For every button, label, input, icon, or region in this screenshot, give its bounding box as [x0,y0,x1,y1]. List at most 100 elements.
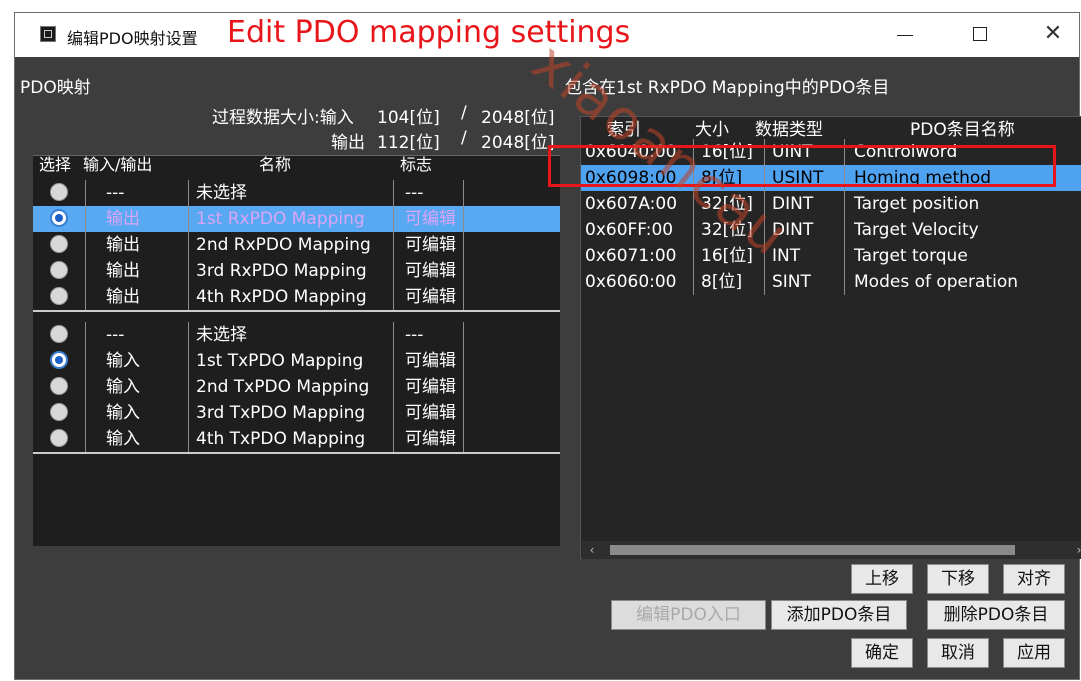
column-divider [85,258,86,284]
column-divider [188,400,189,426]
column-divider [393,400,394,426]
move-down-button[interactable]: 下移 [927,564,989,594]
column-divider [188,284,189,310]
data-size-input-value: 104[位] [377,108,440,128]
maximize-button[interactable] [961,19,1001,49]
column-divider [188,232,189,258]
pdo-mapping-dialog: 编辑PDO映射设置 Edit PDO mapping settings ✕ PD… [14,12,1081,680]
title-bar[interactable]: 编辑PDO映射设置 Edit PDO mapping settings ✕ [15,13,1079,57]
pdo-mapping-row[interactable]: --- 未选择 --- [33,322,560,348]
annotation-highlight-box [548,145,1056,187]
group-divider [33,452,560,454]
pdo-entry-row[interactable]: 0x60FF:00 32[位] DINT Target Velocity [581,217,1081,243]
pdo-entry-row[interactable]: 0x6060:00 8[位] SINT Modes of operation [581,269,1081,295]
column-divider [85,348,86,374]
column-divider [393,348,394,374]
pdo-mapping-row[interactable]: --- 未选择 --- [33,180,560,206]
edit-pdo-entry-button[interactable]: 编辑PDO入口 [611,600,766,630]
flag-cell: 可编辑 [405,261,456,281]
data-size-output-label: 输出 [331,133,365,153]
column-divider [764,269,765,295]
select-radio-button[interactable] [50,287,68,305]
column-divider [393,426,394,452]
column-divider [844,217,845,243]
pdo-mapping-row[interactable]: 输出 1st RxPDO Mapping 可编辑 [33,206,560,232]
data-size-output-value: 112[位] [377,133,440,153]
flag-cell: 可编辑 [405,403,456,423]
move-up-button[interactable]: 上移 [851,564,913,594]
io-cell: 输入 [106,403,140,423]
column-header-flag[interactable]: 标志 [400,151,432,174]
ok-button[interactable]: 确定 [851,638,913,668]
add-pdo-entry-button[interactable]: 添加PDO条目 [771,600,907,630]
column-divider [393,180,394,206]
column-divider [188,258,189,284]
column-divider [463,426,464,452]
select-radio-button[interactable] [50,429,68,447]
select-radio-button[interactable] [50,403,68,421]
scroll-right-icon[interactable]: › [1071,541,1081,559]
name-cell: 4th TxPDO Mapping [196,429,366,449]
align-button[interactable]: 对齐 [1003,564,1065,594]
column-divider [764,243,765,269]
column-header-io[interactable]: 输入/输出 [83,151,152,174]
column-divider [463,180,464,206]
pdo-mapping-row[interactable]: 输出 3rd RxPDO Mapping 可编辑 [33,258,560,284]
column-divider [393,206,394,232]
pdo-mapping-row[interactable]: 输出 2nd RxPDO Mapping 可编辑 [33,232,560,258]
maximize-icon [973,27,987,41]
size-cell: 32[位] [701,220,753,240]
column-divider [85,400,86,426]
delete-pdo-entry-button[interactable]: 删除PDO条目 [927,600,1065,630]
apply-button[interactable]: 应用 [1003,638,1065,668]
flag-cell: 可编辑 [405,287,456,307]
entry-name-cell: Target torque [854,246,968,266]
name-cell: 2nd RxPDO Mapping [196,235,371,255]
column-header-select[interactable]: 选择 [39,151,71,174]
column-divider [188,322,189,348]
size-cell: 32[位] [701,194,753,214]
minimize-button[interactable] [885,19,925,49]
scrollbar-thumb[interactable] [610,545,1015,555]
datatype-cell: INT [772,246,801,266]
select-radio-button[interactable] [50,209,68,227]
window-title: 编辑PDO映射设置 [67,29,198,48]
select-radio-button[interactable] [50,377,68,395]
flag-cell: 可编辑 [405,351,456,371]
select-radio-button[interactable] [50,235,68,253]
pdo-mapping-row[interactable]: 输入 4th TxPDO Mapping 可编辑 [33,426,560,452]
column-divider [393,258,394,284]
column-header-name[interactable]: 名称 [259,151,291,174]
horizontal-scrollbar[interactable]: ‹ › [582,541,1081,559]
datatype-cell: DINT [772,220,814,240]
pdo-mapping-row[interactable]: 输入 3rd TxPDO Mapping 可编辑 [33,400,560,426]
cancel-button[interactable]: 取消 [927,638,989,668]
column-divider [693,191,694,217]
column-divider [693,217,694,243]
scroll-left-icon[interactable]: ‹ [584,541,600,559]
select-radio-button[interactable] [50,325,68,343]
column-divider [764,191,765,217]
io-cell: 输出 [106,209,140,229]
column-divider [85,180,86,206]
pdo-entry-row[interactable]: 0x6071:00 16[位] INT Target torque [581,243,1081,269]
pdo-mapping-row[interactable]: 输出 4th RxPDO Mapping 可编辑 [33,284,560,310]
io-cell: 输出 [106,235,140,255]
select-radio-button[interactable] [50,261,68,279]
name-cell: 4th RxPDO Mapping [196,287,367,307]
pdo-entry-row[interactable]: 0x607A:00 32[位] DINT Target position [581,191,1081,217]
column-divider [85,426,86,452]
select-radio-button[interactable] [50,183,68,201]
pdo-mapping-row[interactable]: 输入 1st TxPDO Mapping 可编辑 [33,348,560,374]
name-cell: 未选择 [196,183,247,203]
entry-name-cell: Target Velocity [854,220,979,240]
select-radio-button[interactable] [50,351,68,369]
close-button[interactable]: ✕ [1033,19,1073,49]
io-cell: 输出 [106,261,140,281]
flag-cell: --- [405,325,424,345]
pdo-mapping-row[interactable]: 输入 2nd TxPDO Mapping 可编辑 [33,374,560,400]
column-divider [188,374,189,400]
column-divider [463,206,464,232]
column-divider [85,374,86,400]
index-cell: 0x60FF:00 [585,220,674,240]
